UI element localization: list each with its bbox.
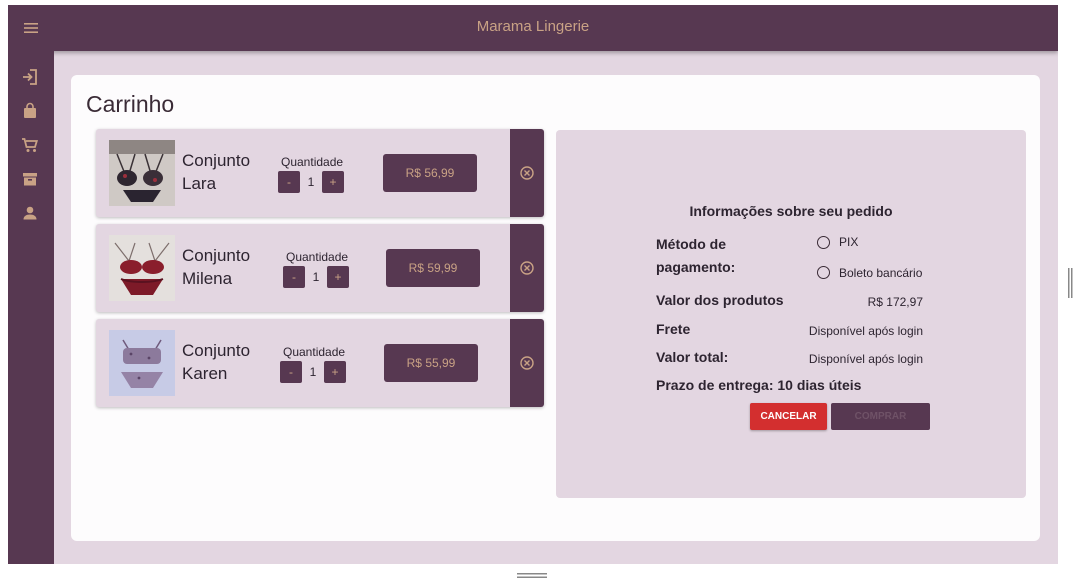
price-button[interactable]: R$ 56,99 <box>383 154 477 192</box>
shipping-label: Frete <box>656 321 691 337</box>
total-value: Disponível após login <box>808 352 923 366</box>
order-summary-panel: Informações sobre seu pedido Método de p… <box>556 130 1026 498</box>
cart-item: Conjunto Milena Quantidade - 1 + R$ 59,9… <box>96 224 544 312</box>
products-value: R$ 172,97 <box>867 295 923 309</box>
increase-quantity-button[interactable]: + <box>322 171 344 193</box>
quantity-value: 1 <box>307 175 315 189</box>
quantity-label: Quantidade <box>281 155 344 169</box>
price-button[interactable]: R$ 55,99 <box>384 344 478 382</box>
cart-card: Carrinho Conjunto Lara Quantidade - 1 + <box>71 75 1040 541</box>
price-button[interactable]: R$ 59,99 <box>386 249 480 287</box>
app-window: Marama Lingerie Carrinho Conjunto Lara Q… <box>8 5 1058 564</box>
remove-circle-icon <box>520 166 534 180</box>
shopping-bag-icon[interactable] <box>20 101 40 121</box>
decrease-quantity-button[interactable]: - <box>278 171 300 193</box>
payment-method-label: Método de pagamento: <box>656 236 736 275</box>
vertical-resize-handle[interactable] <box>1063 0 1080 584</box>
increase-quantity-button[interactable]: + <box>324 361 346 383</box>
pix-radio[interactable] <box>817 236 830 249</box>
product-name: Conjunto Milena <box>182 246 251 288</box>
product-image <box>109 140 175 206</box>
decrease-quantity-button[interactable]: - <box>280 361 302 383</box>
remove-circle-icon <box>520 261 534 275</box>
shopping-cart-icon[interactable] <box>20 135 40 155</box>
quantity-value: 1 <box>312 270 320 284</box>
delivery-time: Prazo de entrega: 10 dias úteis <box>656 377 862 393</box>
app-bar: Marama Lingerie <box>8 5 1058 51</box>
cart-item: Conjunto Karen Quantidade - 1 + R$ 55,99 <box>96 319 544 407</box>
grip-icon <box>1068 268 1073 298</box>
boleto-option-label: Boleto bancário <box>839 266 923 280</box>
product-image <box>109 330 175 396</box>
side-navigation <box>8 51 54 564</box>
product-image <box>109 235 175 301</box>
app-title: Marama Lingerie <box>476 18 590 35</box>
login-icon[interactable] <box>20 67 40 87</box>
quantity-label: Quantidade <box>286 250 349 264</box>
pix-option-label: PIX <box>839 235 859 249</box>
product-name: Conjunto Lara <box>182 151 251 193</box>
buy-button[interactable]: COMPRAR <box>831 403 930 430</box>
remove-item-button[interactable] <box>510 319 544 407</box>
grip-icon <box>517 573 547 578</box>
remove-circle-icon <box>520 356 534 370</box>
summary-title: Informações sobre seu pedido <box>689 203 893 219</box>
cancel-button[interactable]: CANCELAR <box>750 403 827 430</box>
product-name: Conjunto Karen <box>182 341 251 383</box>
quantity-label: Quantidade <box>283 345 346 359</box>
remove-item-button[interactable] <box>510 224 544 312</box>
total-value-label: Valor total: <box>656 349 729 365</box>
cart-item: Conjunto Lara Quantidade - 1 + R$ 56,99 <box>96 129 544 217</box>
archive-icon[interactable] <box>20 169 40 189</box>
horizontal-resize-handle[interactable] <box>0 564 1063 584</box>
decrease-quantity-button[interactable]: - <box>283 266 305 288</box>
remove-item-button[interactable] <box>510 129 544 217</box>
shipping-value: Disponível após login <box>808 324 923 338</box>
products-value-label: Valor dos produtos <box>656 292 784 308</box>
quantity-value: 1 <box>309 365 317 379</box>
boleto-radio[interactable] <box>817 266 830 279</box>
increase-quantity-button[interactable]: + <box>327 266 349 288</box>
person-icon[interactable] <box>20 203 40 223</box>
page-title: Carrinho <box>86 91 175 117</box>
